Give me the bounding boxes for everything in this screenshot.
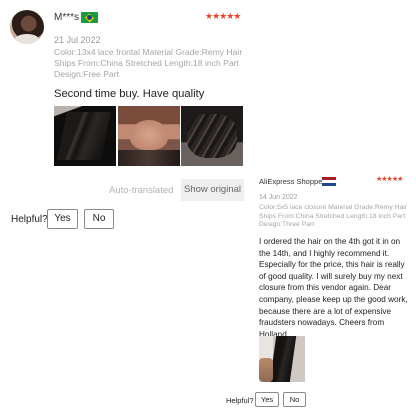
helpful-no-button[interactable]: No <box>84 209 114 229</box>
show-original-button[interactable]: Show original <box>181 179 244 201</box>
reviewer-avatar <box>10 10 44 44</box>
product-attributes: Color:13x4 lace frontal Material Grade:R… <box>54 47 243 79</box>
brazil-flag-icon <box>81 12 98 23</box>
review-photo[interactable] <box>259 336 305 382</box>
helpful-no-button[interactable]: No <box>283 392 306 407</box>
helpful-label: Helpful? <box>11 214 48 225</box>
rating-stars: ★★★★★ <box>376 176 403 183</box>
reviewer-name: M***s <box>54 12 80 23</box>
review-date: 14 Jun 2022 <box>259 194 298 201</box>
review-photo-1[interactable] <box>54 106 116 166</box>
netherlands-flag-icon <box>322 177 336 186</box>
helpful-yes-button[interactable]: Yes <box>255 392 279 407</box>
reviewer-name: AliExpress Shopper <box>259 177 325 186</box>
review-photo-2[interactable] <box>118 106 180 166</box>
helpful-label: Helpful? <box>226 396 254 405</box>
review-date: 21 Jul 2022 <box>54 35 101 45</box>
rating-stars: ★★★★★ <box>205 11 241 21</box>
review-text: I ordered the hair on the 4th got it in … <box>259 237 408 339</box>
product-attributes: Color:5x5 lace closure Material Grade:Re… <box>259 204 408 228</box>
review-text: Second time buy. Have quality <box>54 88 205 100</box>
auto-translated-label: Auto-translated <box>109 185 174 196</box>
review-photo-3[interactable] <box>181 106 243 166</box>
helpful-yes-button[interactable]: Yes <box>47 209 78 229</box>
